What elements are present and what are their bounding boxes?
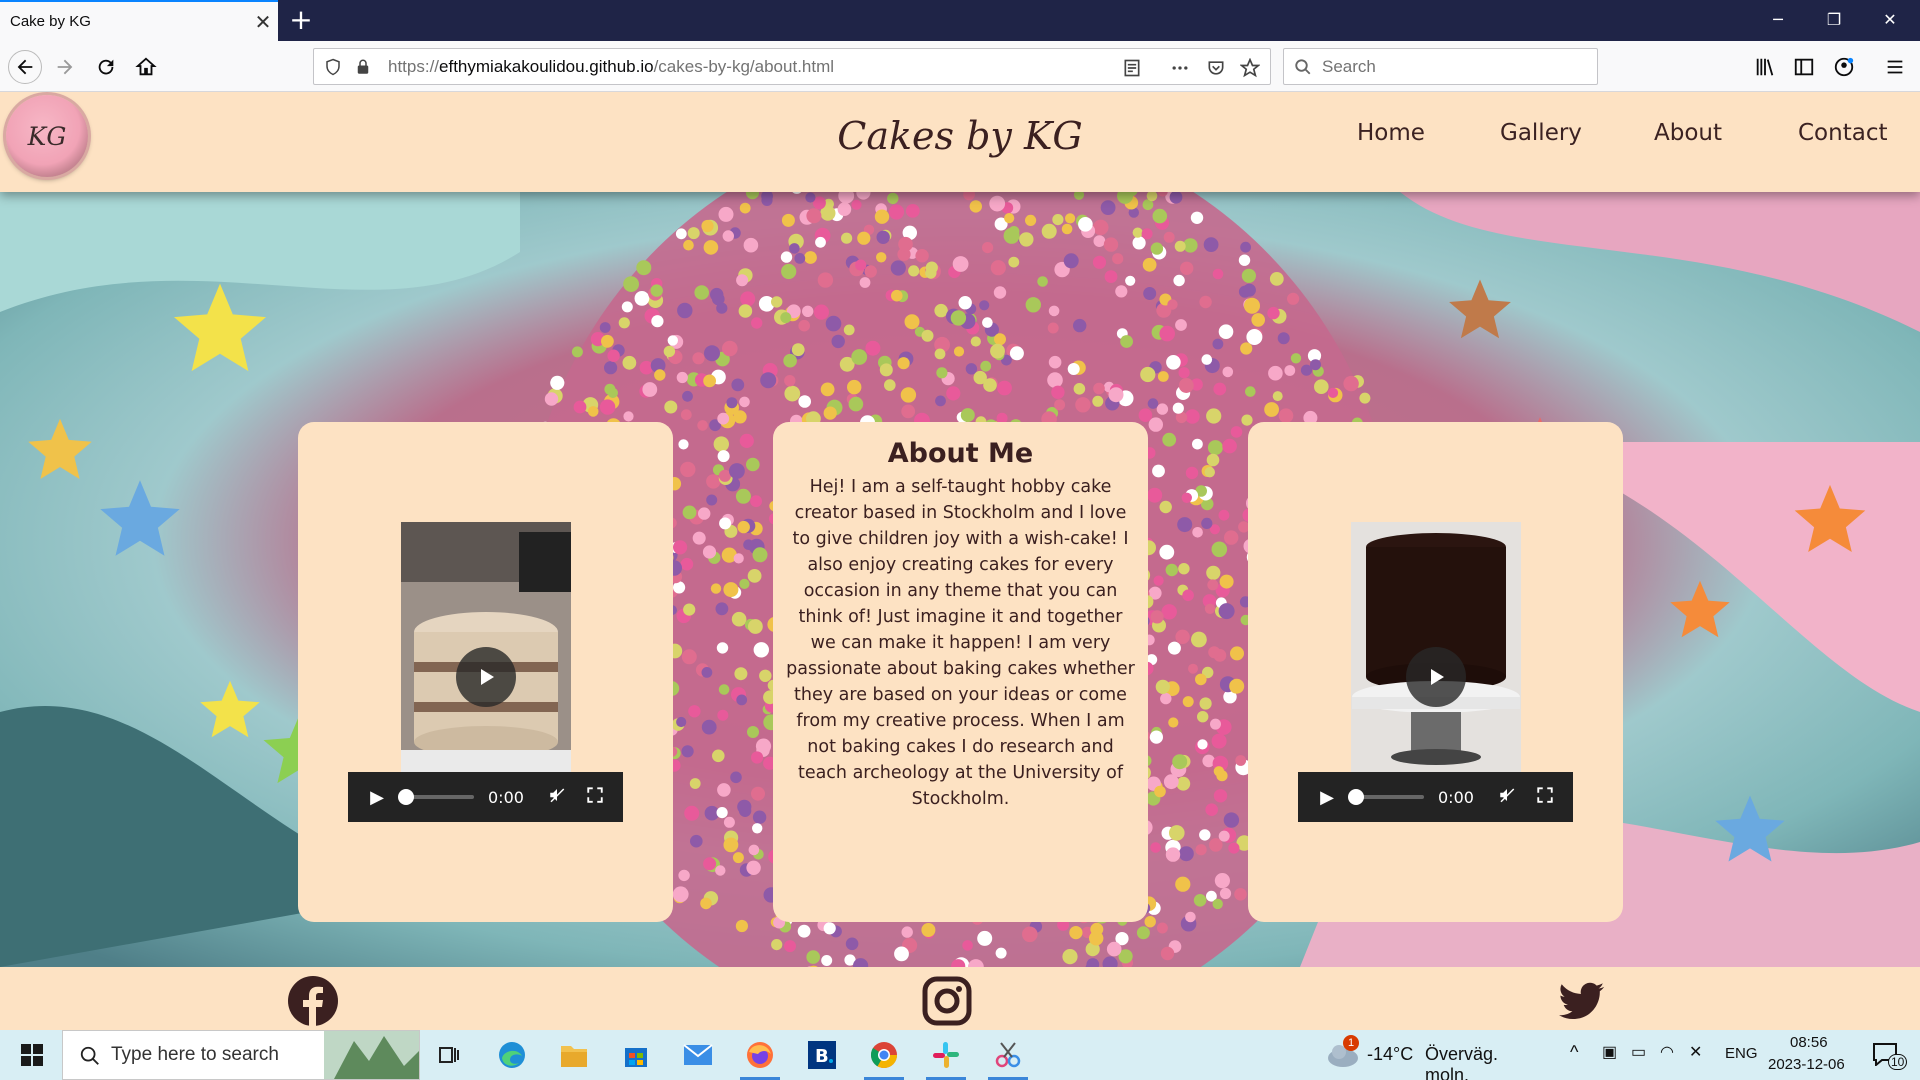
site-footer	[0, 967, 1920, 1030]
tab-title: Cake by KG	[10, 13, 91, 30]
booking-icon[interactable]: B	[798, 1035, 846, 1075]
search-placeholder: Search	[1322, 56, 1376, 76]
cake-video-left[interactable]	[401, 522, 571, 772]
play-overlay-icon[interactable]	[456, 647, 516, 707]
weather-temp: -14°C	[1367, 1044, 1414, 1064]
chrome-icon[interactable]	[860, 1035, 908, 1080]
play-icon[interactable]: ▶	[1308, 787, 1346, 808]
timeline-knob[interactable]	[398, 789, 414, 805]
lock-icon[interactable]	[354, 58, 372, 76]
video-time: 0:00	[1438, 787, 1474, 807]
mute-icon[interactable]	[1488, 786, 1526, 809]
nav-about-link[interactable]: About	[1654, 120, 1722, 146]
site-header: KG Cakes by KG Home Gallery About Contac…	[0, 92, 1920, 192]
url-bar[interactable]: https://efthymiakakoulidou.github.io/cak…	[313, 48, 1271, 85]
menu-icon[interactable]	[1878, 50, 1912, 84]
close-window-icon[interactable]: ✕	[1862, 0, 1918, 41]
facebook-icon[interactable]	[287, 975, 339, 1027]
video-timeline[interactable]	[1348, 789, 1424, 805]
weather-badge: 1	[1343, 1035, 1359, 1051]
shield-icon[interactable]	[324, 58, 342, 76]
page-viewport: KG Cakes by KG Home Gallery About Contac…	[0, 92, 1920, 1030]
reload-icon[interactable]	[89, 50, 123, 84]
about-heading: About Me	[887, 438, 1034, 469]
windows-taskbar: Type here to search B 1 -14°C Överväg. m…	[0, 1030, 1920, 1080]
mail-icon[interactable]	[674, 1035, 722, 1075]
language-indicator[interactable]: ENG	[1725, 1045, 1758, 1062]
library-icon[interactable]	[1748, 50, 1782, 84]
about-text: Hej! I am a self-taught hobby cake creat…	[786, 477, 1135, 809]
notification-icon[interactable]: 10	[1872, 1040, 1908, 1072]
more-actions-icon[interactable]	[1170, 58, 1190, 78]
weather-widget[interactable]: 1 -14°C Överväg. moln.	[1325, 1030, 1545, 1080]
cake-video-right[interactable]	[1351, 522, 1521, 772]
snipping-tool-icon[interactable]	[984, 1035, 1032, 1080]
browser-tab[interactable]: Cake by KG ✕	[0, 0, 278, 41]
nav-contact-link[interactable]: Contact	[1798, 120, 1887, 146]
mute-icon[interactable]	[538, 786, 576, 809]
edge-icon[interactable]	[488, 1035, 536, 1075]
notification-count: 10	[1888, 1054, 1908, 1070]
battery-icon[interactable]: ▭	[1631, 1042, 1646, 1062]
clock-time[interactable]: 08:56	[1790, 1034, 1828, 1051]
firefox-icon[interactable]	[736, 1035, 784, 1080]
slack-icon[interactable]	[922, 1035, 970, 1080]
volume-mute-icon[interactable]: ✕	[1689, 1042, 1702, 1062]
nav-gallery-link[interactable]: Gallery	[1500, 120, 1582, 146]
forward-icon[interactable]	[48, 50, 82, 84]
store-icon[interactable]	[612, 1035, 660, 1075]
taskbar-search-input[interactable]: Type here to search	[62, 1030, 420, 1080]
account-icon[interactable]	[1827, 50, 1861, 84]
video-controls-left: ▶ 0:00	[348, 772, 623, 822]
new-tab-button[interactable]: +	[284, 4, 318, 38]
site-title: Cakes by KG	[837, 114, 1083, 158]
search-icon	[80, 1046, 99, 1065]
file-explorer-icon[interactable]	[550, 1035, 598, 1075]
url-text: https://efthymiakakoulidou.github.io/cak…	[388, 56, 835, 76]
instagram-icon[interactable]	[921, 975, 973, 1027]
search-highlight-image	[324, 1031, 419, 1079]
svg-text:B: B	[815, 1046, 829, 1067]
pocket-icon[interactable]	[1206, 58, 1226, 78]
weather-text: Överväg. moln.	[1425, 1044, 1499, 1080]
fullscreen-icon[interactable]	[576, 786, 614, 809]
play-overlay-icon[interactable]	[1406, 647, 1466, 707]
clock-date[interactable]: 2023-12-06	[1768, 1056, 1845, 1073]
tab-bar: Cake by KG ✕ + ─ ❐ ✕	[0, 0, 1920, 41]
back-icon[interactable]	[8, 50, 42, 84]
taskbar-search-placeholder: Type here to search	[111, 1044, 279, 1065]
restore-icon[interactable]: ❐	[1806, 0, 1862, 41]
nav-home-link[interactable]: Home	[1357, 120, 1425, 146]
sidebar-icon[interactable]	[1787, 50, 1821, 84]
windows-start-icon[interactable]	[8, 1035, 56, 1075]
hero-background: ▶ 0:00 About Me Hej! I am a self-taught …	[0, 192, 1920, 967]
search-icon	[1295, 59, 1311, 75]
browser-toolbar: https://efthymiakakoulidou.github.io/cak…	[0, 41, 1920, 92]
meet-now-icon[interactable]: ▣	[1602, 1042, 1617, 1062]
twitter-icon[interactable]	[1556, 975, 1608, 1027]
video-controls-right: ▶ 0:00	[1298, 772, 1573, 822]
video-timeline[interactable]	[398, 789, 474, 805]
about-card: About Me Hej! I am a self-taught hobby c…	[773, 422, 1148, 922]
chevron-up-icon[interactable]: ^	[1570, 1042, 1578, 1063]
timeline-knob[interactable]	[1348, 789, 1364, 805]
play-icon[interactable]: ▶	[358, 787, 396, 808]
search-input[interactable]: Search	[1283, 48, 1598, 85]
bookmark-star-icon[interactable]	[1240, 58, 1260, 78]
reader-view-icon[interactable]	[1122, 58, 1142, 78]
wifi-icon[interactable]: ◠	[1660, 1042, 1674, 1062]
close-tab-icon[interactable]: ✕	[248, 10, 278, 34]
video-card-right: ▶ 0:00	[1248, 422, 1623, 922]
minimize-icon[interactable]: ─	[1750, 0, 1806, 41]
fullscreen-icon[interactable]	[1526, 786, 1564, 809]
video-card-left: ▶ 0:00	[298, 422, 673, 922]
video-time: 0:00	[488, 787, 524, 807]
home-icon[interactable]	[129, 50, 163, 84]
task-view-icon[interactable]	[425, 1035, 473, 1075]
